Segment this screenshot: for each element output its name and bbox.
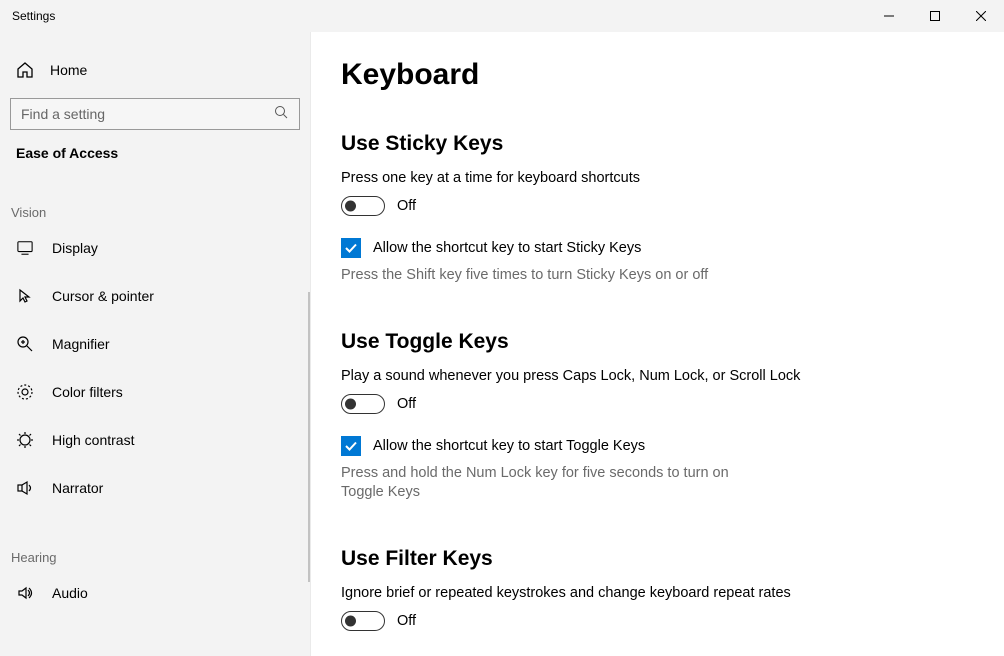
sidebar-item-display[interactable]: Display xyxy=(0,228,310,268)
close-icon xyxy=(976,11,986,21)
colorfilters-icon xyxy=(16,383,34,401)
sidebar-item-label: Color filters xyxy=(52,384,123,400)
section-filter-heading: Use Filter Keys xyxy=(341,547,964,571)
page-title: Keyboard xyxy=(341,58,964,92)
content: Keyboard Use Sticky Keys Press one key a… xyxy=(310,32,1004,656)
titlebar: Settings xyxy=(0,0,1004,32)
sidebar-item-audio[interactable]: Audio xyxy=(0,573,310,613)
sticky-toggle-label: Off xyxy=(397,198,416,214)
sidebar-item-label: Audio xyxy=(52,585,88,601)
display-icon xyxy=(16,240,34,256)
audio-icon xyxy=(16,584,34,602)
section-sticky-desc: Press one key at a time for keyboard sho… xyxy=(341,170,861,186)
home-icon xyxy=(16,61,34,79)
minimize-button[interactable] xyxy=(866,0,912,32)
narrator-icon xyxy=(16,479,34,497)
maximize-button[interactable] xyxy=(912,0,958,32)
section-filter-desc: Ignore brief or repeated keystrokes and … xyxy=(341,585,861,601)
sidebar-item-narrator[interactable]: Narrator xyxy=(0,468,310,508)
search-container xyxy=(10,98,300,119)
minimize-icon xyxy=(884,11,894,21)
sidebar-section-title: Ease of Access xyxy=(0,135,310,171)
sticky-checkbox-label: Allow the shortcut key to start Sticky K… xyxy=(373,240,641,256)
search-input[interactable] xyxy=(10,98,300,130)
sidebar-item-label: High contrast xyxy=(52,432,134,448)
sidebar: Home Ease of Access Vision Display Curso… xyxy=(0,32,310,656)
sidebar-item-label: Magnifier xyxy=(52,336,110,352)
sidebar-item-colorfilters[interactable]: Color filters xyxy=(0,372,310,412)
togglekeys-checkbox-label: Allow the shortcut key to start Toggle K… xyxy=(373,438,645,454)
sidebar-item-label: Display xyxy=(52,240,98,256)
check-icon xyxy=(344,439,358,453)
sidebar-item-cursor[interactable]: Cursor & pointer xyxy=(0,276,310,316)
sidebar-item-home[interactable]: Home xyxy=(0,50,310,90)
filter-toggle-label: Off xyxy=(397,613,416,629)
sticky-hint: Press the Shift key five times to turn S… xyxy=(341,266,771,286)
sidebar-group-vision: Vision xyxy=(0,171,310,228)
sidebar-scrollbar[interactable] xyxy=(308,292,311,582)
section-sticky-heading: Use Sticky Keys xyxy=(341,132,964,156)
close-button[interactable] xyxy=(958,0,1004,32)
section-togglekeys-heading: Use Toggle Keys xyxy=(341,330,964,354)
sidebar-group-hearing: Hearing xyxy=(0,516,310,573)
togglekeys-toggle-label: Off xyxy=(397,396,416,412)
sidebar-home-label: Home xyxy=(50,62,87,78)
section-togglekeys-desc: Play a sound whenever you press Caps Loc… xyxy=(341,368,861,384)
sidebar-item-label: Cursor & pointer xyxy=(52,288,154,304)
sidebar-item-magnifier[interactable]: Magnifier xyxy=(0,324,310,364)
sidebar-item-label: Narrator xyxy=(52,480,103,496)
sidebar-item-highcontrast[interactable]: High contrast xyxy=(0,420,310,460)
filter-toggle[interactable] xyxy=(341,611,385,631)
togglekeys-checkbox[interactable] xyxy=(341,436,361,456)
togglekeys-hint: Press and hold the Num Lock key for five… xyxy=(341,464,771,503)
togglekeys-toggle[interactable] xyxy=(341,394,385,414)
cursor-icon xyxy=(16,287,34,305)
window-title: Settings xyxy=(0,9,55,23)
check-icon xyxy=(344,241,358,255)
magnifier-icon xyxy=(16,335,34,353)
sticky-checkbox[interactable] xyxy=(341,238,361,258)
maximize-icon xyxy=(930,11,940,21)
sticky-toggle[interactable] xyxy=(341,196,385,216)
highcontrast-icon xyxy=(16,431,34,449)
